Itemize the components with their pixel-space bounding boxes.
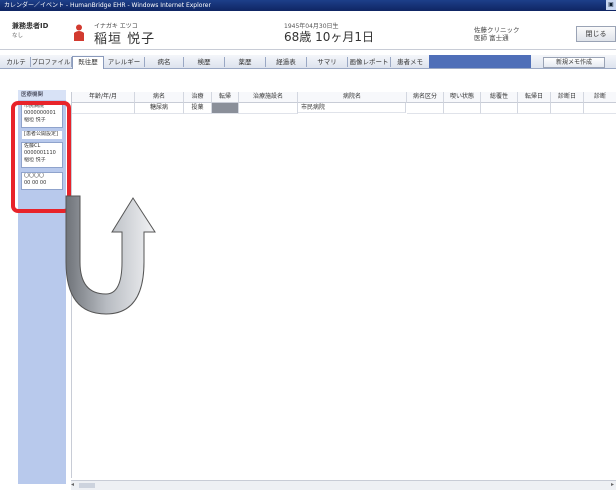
table-cell[interactable] — [239, 103, 298, 114]
column-header[interactable]: 治療施設名 — [239, 92, 298, 103]
patient-age: 68歳 10ヶ月1日 — [284, 30, 374, 44]
patient-header: 兼務患者ID なし イナガキ エツコ 稲垣 悦子 1945年04月30日生 68… — [0, 11, 616, 50]
tab-disease[interactable]: 病名 — [145, 57, 184, 67]
tab-summary[interactable]: サマリ — [307, 57, 348, 67]
u-turn-arrow-icon — [65, 195, 156, 315]
patient-person-icon — [74, 24, 84, 41]
column-header[interactable]: 病名 — [135, 92, 184, 103]
window-title-bar: カレンダー／イベント - HumanBridge EHR - Windows I… — [0, 0, 616, 11]
tab-history[interactable]: 既往歴 — [72, 56, 104, 69]
close-button[interactable]: 閉じる — [576, 26, 616, 42]
table-cell[interactable]: 市民病院 — [298, 103, 406, 113]
tab-bar-filler — [429, 55, 531, 68]
tab-bar: カルテ プロファイル 既往歴 アレルギー 病名 検歴 薬歴 経過表 サマリ 画像… — [0, 55, 616, 69]
tab-profile[interactable]: プロファイル — [31, 57, 72, 67]
table-cell[interactable] — [212, 103, 239, 114]
tab-progress[interactable]: 経過表 — [266, 57, 307, 67]
column-header[interactable]: 総覆性 — [481, 92, 518, 103]
column-header[interactable]: 病院名 — [298, 92, 407, 103]
column-header[interactable]: 年齢/年/月 — [72, 92, 135, 103]
table-cell[interactable] — [551, 103, 584, 114]
table-cell[interactable]: 糖尿病 — [135, 103, 184, 114]
table-cell[interactable] — [481, 103, 518, 114]
table-cell[interactable]: 投薬 — [184, 103, 212, 114]
patient-id-label: 兼務患者ID — [12, 22, 49, 30]
column-header[interactable]: 治療 — [184, 92, 212, 103]
column-header[interactable]: 喫い状態 — [444, 92, 481, 103]
column-header[interactable]: 転帰日 — [518, 92, 551, 103]
scroll-right-icon[interactable]: ▸ — [611, 481, 614, 488]
side-panel-header: 医療機関 — [18, 90, 66, 100]
column-header[interactable]: 診断日 — [551, 92, 584, 103]
new-memo-button[interactable]: 新規メモ作成 — [543, 57, 605, 68]
column-header[interactable]: 診断 — [584, 92, 616, 103]
table-cell[interactable] — [444, 103, 481, 114]
table-cell[interactable] — [584, 103, 616, 114]
scroll-left-icon[interactable]: ◂ — [71, 481, 74, 488]
table-cell[interactable] — [72, 103, 135, 114]
table-cell[interactable] — [407, 103, 444, 114]
patient-name: 稲垣 悦子 — [94, 32, 156, 47]
tab-image-report[interactable]: 画像レポート — [348, 57, 391, 67]
tab-allergy[interactable]: アレルギー — [104, 57, 145, 67]
tab-medication[interactable]: 薬歴 — [225, 57, 266, 67]
clinic-doctor: 医師 富士通 — [474, 34, 509, 42]
column-header[interactable]: 転帰 — [212, 92, 239, 103]
column-header[interactable]: 病名区分 — [407, 92, 444, 103]
table-cell[interactable] — [518, 103, 551, 114]
tab-patient-memo[interactable]: 患者メモ — [391, 57, 430, 67]
window-title: カレンダー／イベント - HumanBridge EHR - Windows I… — [4, 2, 211, 9]
patient-id-value: なし — [12, 33, 24, 39]
tab-test-history[interactable]: 検歴 — [184, 57, 225, 67]
window-control-icon[interactable]: ▣ — [606, 0, 616, 10]
tab-karte[interactable]: カルテ — [2, 57, 31, 67]
scrollbar-thumb[interactable] — [79, 483, 95, 488]
